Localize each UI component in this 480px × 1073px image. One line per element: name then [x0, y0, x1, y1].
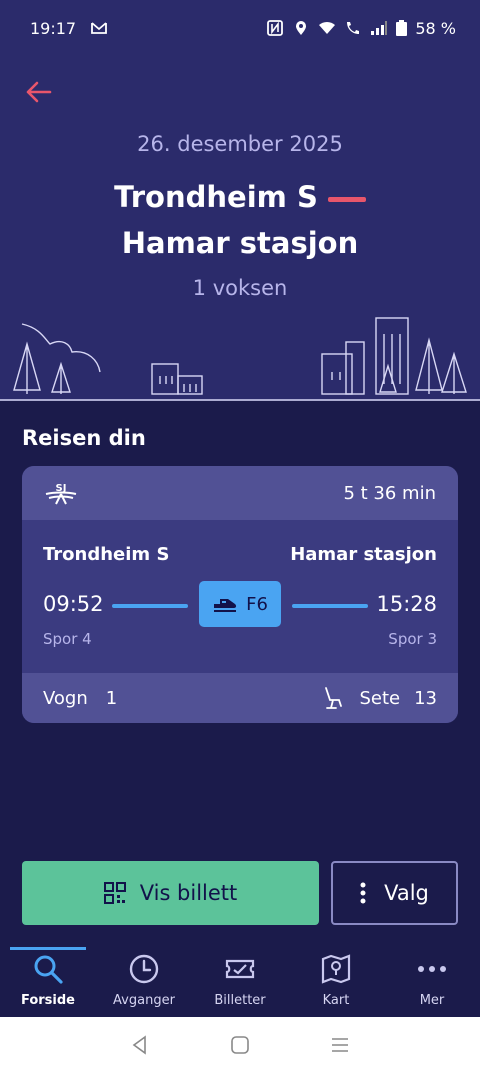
show-ticket-label: Vis billett [139, 881, 238, 905]
trip-header: 26. desember 2025 Trondheim S Hamar stas… [0, 56, 480, 401]
battery-percent: 58 % [415, 18, 456, 38]
arrival-time: 15:28 [376, 592, 437, 616]
seat-label: Sete [359, 687, 401, 709]
location-icon [296, 21, 307, 35]
nav-label-avganger: Avganger [113, 993, 175, 1008]
train-line-label: F6 [246, 593, 268, 615]
system-home-icon[interactable] [229, 1034, 251, 1056]
arrival-station: Hamar stasjon [290, 544, 437, 565]
departure-track: Spor 4 [43, 630, 92, 648]
train-icon [214, 599, 237, 612]
seat-info: Sete 13 [323, 686, 437, 710]
wifi-call-icon [347, 22, 360, 34]
wagon-number: 1 [105, 687, 118, 709]
passenger-count: 1 voksen [192, 276, 288, 300]
nav-label-billetter: Billetter [214, 993, 266, 1008]
options-label: Valg [384, 881, 429, 905]
gmail-icon [91, 22, 108, 34]
route-from: Trondheim S [114, 180, 318, 214]
seat-icon [325, 687, 343, 709]
nav-label-kart: Kart [322, 993, 350, 1008]
status-time: 19:17 [30, 18, 77, 38]
trip-card-body: Trondheim S Hamar stasjon 09:52 F6 15:28… [22, 520, 458, 673]
system-recents-icon[interactable] [329, 1034, 351, 1056]
options-button[interactable]: Valg [331, 861, 458, 925]
search-icon [34, 955, 63, 984]
nav-item-billetter[interactable]: Billetter [192, 947, 288, 1017]
bottom-navigation: Forside Avganger Billetter Kart Mer [0, 947, 480, 1017]
map-icon [321, 954, 351, 984]
route-to: Hamar stasjon [121, 226, 359, 260]
signal-icon [371, 21, 388, 35]
nav-label-forside: Forside [20, 993, 75, 1008]
route-line-left [112, 604, 188, 608]
sj-logo-icon: SJ [45, 483, 77, 505]
system-navigation-bar [0, 1017, 480, 1073]
nav-item-forside[interactable]: Forside [0, 947, 96, 1017]
clock-icon [129, 954, 159, 984]
nav-label-mer: Mer [419, 993, 445, 1008]
wagon-label: Vogn [43, 687, 88, 709]
more-icon [418, 966, 446, 972]
nfc-icon [267, 20, 284, 36]
trip-card-header: SJ 5 t 36 min [22, 466, 458, 520]
route-dash [327, 196, 366, 202]
vertical-dots-icon [360, 882, 366, 904]
status-bar: 19:17 58 % [0, 0, 480, 56]
section-title: Reisen din [22, 426, 146, 450]
departure-time: 09:52 [43, 592, 104, 616]
wifi-icon [319, 21, 336, 34]
back-arrow-icon[interactable] [24, 78, 52, 106]
battery-icon [396, 20, 408, 36]
trip-duration: 5 t 36 min [343, 482, 436, 504]
route-line-right [292, 604, 368, 608]
travel-date: 26. desember 2025 [137, 132, 343, 156]
arrival-track: Spor 3 [388, 630, 437, 648]
seat-number: 13 [414, 687, 437, 709]
nav-item-kart[interactable]: Kart [288, 947, 384, 1017]
trip-card[interactable]: SJ 5 t 36 min Trondheim S Hamar stasjon … [22, 466, 458, 723]
trip-card-footer: Vogn 1 Sete 13 [22, 673, 458, 723]
route-title: Trondheim S Hamar stasjon [0, 174, 480, 266]
ticket-icon [225, 959, 255, 979]
skyline-illustration [0, 317, 480, 401]
train-line-badge: F6 [199, 581, 281, 627]
qr-code-icon [103, 882, 126, 904]
nav-item-avganger[interactable]: Avganger [96, 947, 192, 1017]
show-ticket-button[interactable]: Vis billett [22, 861, 319, 925]
departure-station: Trondheim S [43, 544, 170, 565]
wagon-info: Vogn 1 [43, 688, 117, 709]
system-back-icon[interactable] [129, 1034, 151, 1056]
nav-item-mer[interactable]: Mer [384, 947, 480, 1017]
